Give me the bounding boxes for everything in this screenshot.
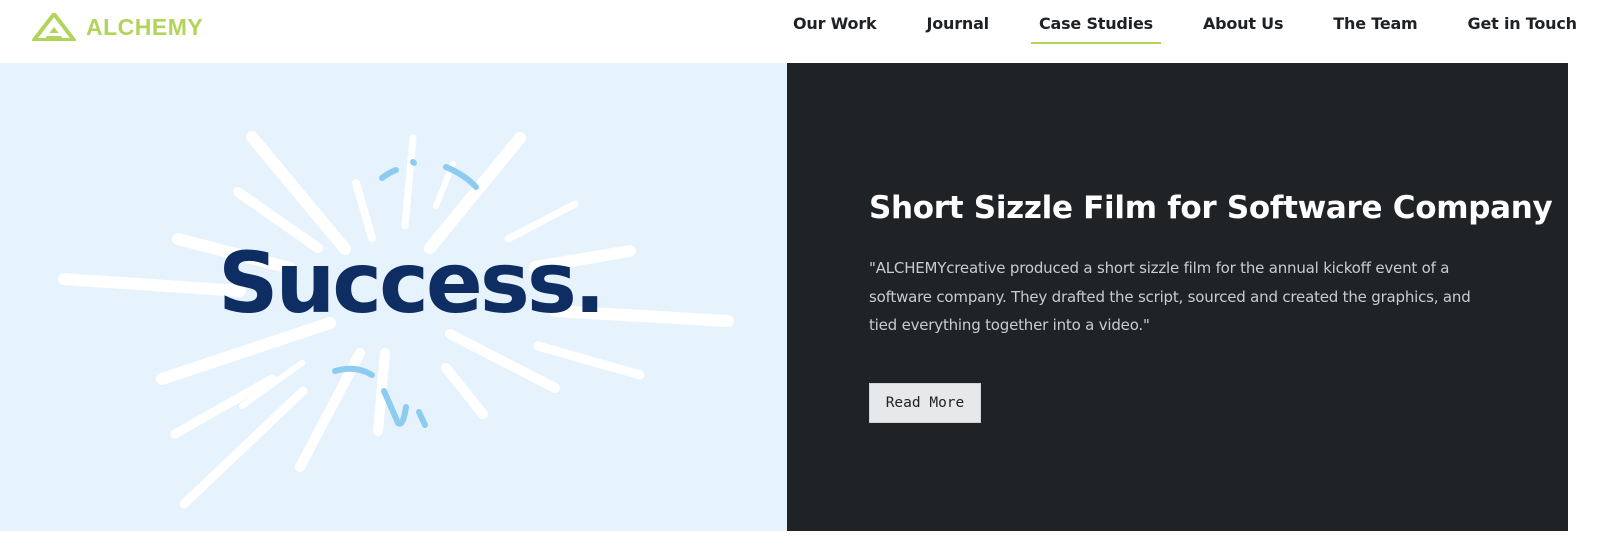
logo-text: ALCHEMY	[86, 13, 204, 40]
right-gutter	[1568, 63, 1600, 531]
logo[interactable]: ALCHEMY	[32, 12, 203, 42]
case-study-description: "ALCHEMYcreative produced a short sizzle…	[869, 259, 1471, 334]
nav-item-case-studies[interactable]: Case Studies	[1014, 0, 1178, 48]
nav-item-get-in-touch[interactable]: Get in Touch	[1443, 0, 1600, 48]
read-more-button[interactable]: Read More	[869, 383, 981, 423]
nav-item-the-team[interactable]: The Team	[1308, 0, 1442, 48]
main-nav: Our Work Journal Case Studies About Us T…	[768, 0, 1600, 48]
nav-item-about-us[interactable]: About Us	[1178, 0, 1308, 48]
alchemy-logo-icon	[32, 13, 76, 41]
hero-image: Success.	[0, 63, 787, 531]
bottom-strip	[0, 531, 1600, 548]
case-study-title: Short Sizzle Film for Software Company	[869, 190, 1553, 226]
nav-item-our-work[interactable]: Our Work	[768, 0, 901, 48]
site-header: ALCHEMY Our Work Journal Case Studies Ab…	[0, 0, 1600, 63]
nav-item-journal[interactable]: Journal	[901, 0, 1014, 48]
case-study-panel: Short Sizzle Film for Software Company "…	[787, 63, 1568, 531]
success-headline: Success.	[218, 234, 606, 332]
